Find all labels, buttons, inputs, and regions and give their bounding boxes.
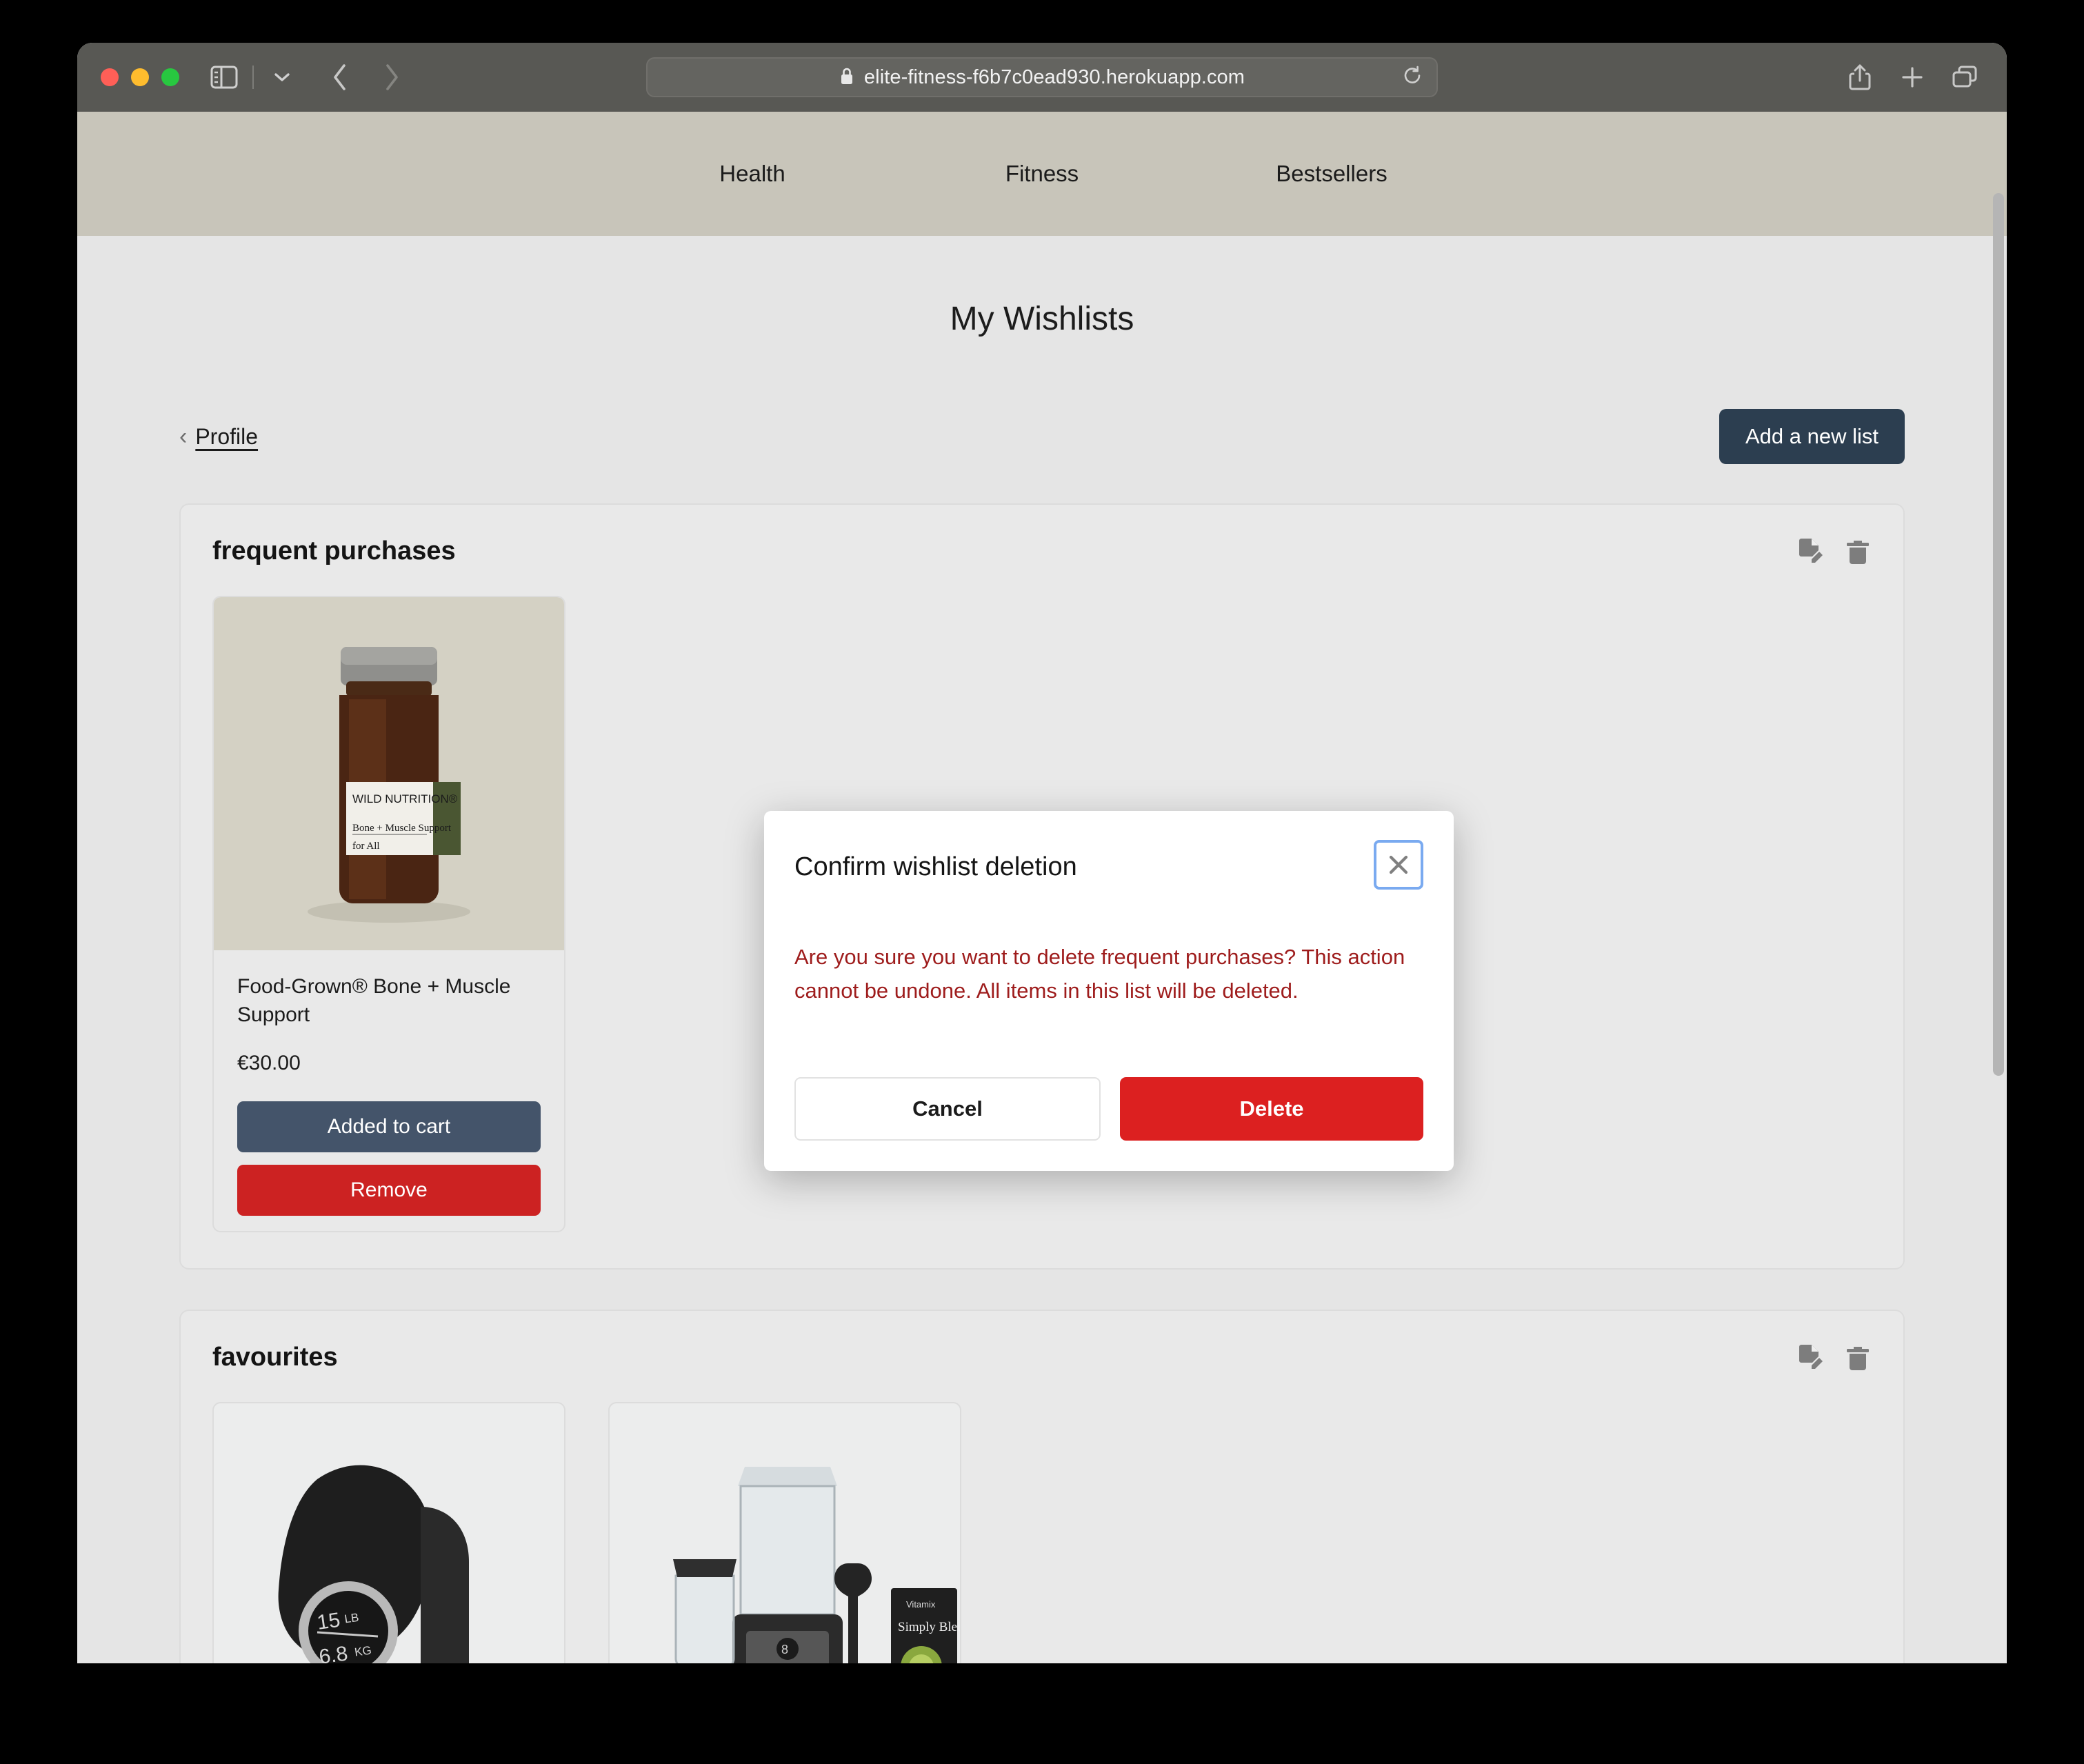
lock-icon (839, 66, 854, 89)
modal-title: Confirm wishlist deletion (794, 852, 1077, 881)
url-text: elite-fitness-f6b7c0ead930.herokuapp.com (863, 66, 1245, 88)
page-viewport: Health Fitness Bestsellers My Wishlists … (77, 112, 2007, 1663)
forward-arrow-icon[interactable] (372, 59, 410, 96)
modal-overlay: Confirm wishlist deletion Are you sure y… (77, 112, 2007, 1663)
delete-button[interactable]: Delete (1120, 1076, 1423, 1141)
modal-header: Confirm wishlist deletion (794, 840, 1423, 890)
minimize-window-button[interactable] (131, 68, 149, 86)
address-bar[interactable]: elite-fitness-f6b7c0ead930.herokuapp.com (646, 57, 1438, 97)
chevron-down-icon[interactable] (263, 59, 301, 96)
back-arrow-icon[interactable] (321, 59, 359, 96)
reload-icon[interactable] (1402, 66, 1423, 90)
close-window-button[interactable] (101, 68, 119, 86)
confirm-delete-dialog: Confirm wishlist deletion Are you sure y… (764, 811, 1454, 1171)
browser-window: elite-fitness-f6b7c0ead930.herokuapp.com… (77, 43, 2007, 1663)
modal-actions: Cancel Delete (794, 1076, 1423, 1141)
tab-overview-icon[interactable] (1946, 59, 1983, 96)
toolbar-divider (252, 66, 254, 89)
share-icon[interactable] (1841, 59, 1878, 96)
plus-icon[interactable] (1894, 59, 1931, 96)
maximize-window-button[interactable] (161, 68, 179, 86)
close-icon[interactable] (1374, 840, 1423, 890)
window-controls (101, 68, 179, 86)
cancel-button[interactable]: Cancel (794, 1076, 1101, 1141)
sidebar-toggle-icon[interactable] (206, 59, 243, 96)
modal-message: Are you sure you want to delete frequent… (794, 945, 1405, 1003)
browser-titlebar: elite-fitness-f6b7c0ead930.herokuapp.com (77, 43, 2007, 112)
